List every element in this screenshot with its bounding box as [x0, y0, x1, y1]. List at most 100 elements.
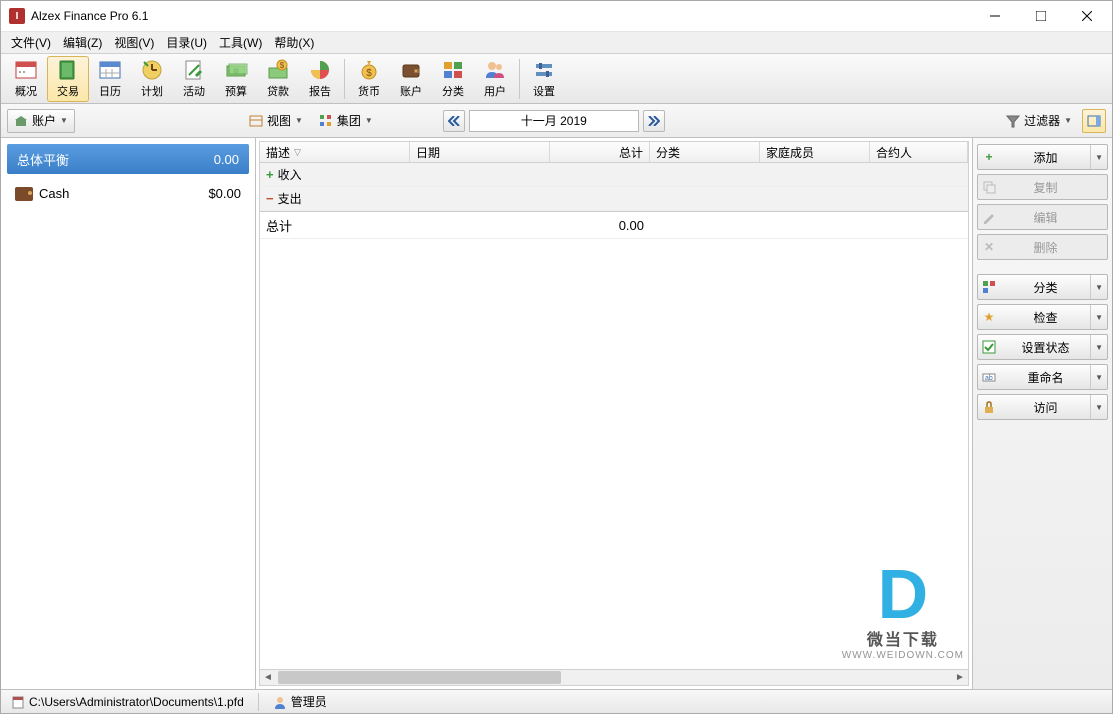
toolbar-user[interactable]: 用户 — [474, 56, 516, 102]
toolbar-separator — [344, 59, 345, 99]
action-check[interactable]: ★ 检查 ▼ — [977, 304, 1108, 330]
total-value: 0.00 — [550, 218, 650, 233]
chevron-down-icon[interactable]: ▼ — [1090, 305, 1103, 329]
chevron-down-icon[interactable]: ▼ — [1090, 145, 1103, 169]
titlebar: I Alzex Finance Pro 6.1 — [1, 1, 1112, 32]
account-value: $0.00 — [208, 186, 241, 201]
menu-tools[interactable]: 工具(W) — [213, 32, 268, 53]
account-icon — [399, 58, 423, 82]
account-row-cash[interactable]: Cash $0.00 — [7, 180, 249, 207]
toolbar-currency-label: 货币 — [358, 83, 380, 99]
group-dropdown-label: 集团 — [337, 112, 361, 129]
toolbar-separator-2 — [519, 59, 520, 99]
window-title: Alzex Finance Pro 6.1 — [31, 9, 972, 23]
grid-total-row: 总计 0.00 — [260, 211, 968, 239]
chevron-down-icon[interactable]: ▼ — [1090, 335, 1103, 359]
group-expense[interactable]: −支出 — [260, 187, 968, 211]
toolbar-overview[interactable]: 概况 — [5, 56, 47, 102]
accounts-panel: 总体平衡 0.00 Cash $0.00 — [1, 138, 256, 689]
toolbar-settings-label: 设置 — [533, 83, 555, 99]
menubar: 文件(V) 编辑(Z) 视图(V) 目录(U) 工具(W) 帮助(X) — [1, 32, 1112, 54]
column-total[interactable]: 总计 — [550, 142, 650, 162]
scroll-left-icon: ◄ — [260, 672, 276, 683]
edit-icon — [978, 210, 1000, 224]
settings-icon — [532, 58, 556, 82]
statusbar: C:\Users\Administrator\Documents\1.pfd 管… — [1, 689, 1112, 713]
column-date[interactable]: 日期 — [410, 142, 550, 162]
status-file[interactable]: C:\Users\Administrator\Documents\1.pfd — [5, 695, 250, 709]
toolbar-account[interactable]: 账户 — [390, 56, 432, 102]
minimize-button[interactable] — [972, 1, 1018, 31]
category-icon — [441, 58, 465, 82]
account-dropdown-label: 账户 — [32, 112, 56, 129]
column-family[interactable]: 家庭成员 — [760, 142, 870, 162]
view-dropdown-label: 视图 — [267, 112, 291, 129]
toolbar-transaction-label: 交易 — [57, 83, 79, 99]
toolbar-transaction[interactable]: 交易 — [47, 56, 89, 102]
view-dropdown[interactable]: 视图 ▼ — [243, 109, 309, 133]
column-category[interactable]: 分类 — [650, 142, 760, 162]
menu-file[interactable]: 文件(V) — [5, 32, 57, 53]
status-user[interactable]: 管理员 — [267, 693, 333, 710]
panel-toggle-button[interactable] — [1082, 109, 1106, 133]
column-description[interactable]: 描述 ▽ — [260, 142, 410, 162]
chevron-down-icon[interactable]: ▼ — [1090, 275, 1103, 299]
action-edit[interactable]: 编辑 — [977, 204, 1108, 230]
account-dropdown[interactable]: 账户 ▼ — [7, 109, 75, 133]
menu-help[interactable]: 帮助(X) — [268, 32, 320, 53]
total-balance-box: 总体平衡 0.00 — [7, 144, 249, 174]
filter-dropdown[interactable]: 过滤器 ▼ — [1000, 109, 1078, 133]
action-copy[interactable]: 复制 — [977, 174, 1108, 200]
secondary-toolbar: 账户 ▼ 视图 ▼ 集团 ▼ 十一月 2019 过滤器 ▼ — [1, 104, 1112, 138]
toolbar-plan[interactable]: 计划 — [131, 56, 173, 102]
date-display[interactable]: 十一月 2019 — [469, 110, 639, 132]
toolbar-budget[interactable]: 预算 — [215, 56, 257, 102]
delete-icon: ✕ — [978, 240, 1000, 254]
maximize-button[interactable] — [1018, 1, 1064, 31]
action-add[interactable]: + 添加 ▼ — [977, 144, 1108, 170]
toolbar-report[interactable]: 报告 — [299, 56, 341, 102]
menu-view[interactable]: 视图(V) — [108, 32, 160, 53]
panel-icon — [1087, 114, 1101, 128]
star-icon: ★ — [978, 310, 1000, 324]
close-button[interactable] — [1064, 1, 1110, 31]
plus-icon: + — [266, 167, 274, 182]
toolbar-calendar[interactable]: 日历 — [89, 56, 131, 102]
toolbar-plan-label: 计划 — [141, 83, 163, 99]
wallet-icon — [15, 187, 33, 201]
group-income[interactable]: +收入 — [260, 163, 968, 187]
scroll-right-icon: ► — [952, 672, 968, 683]
rename-icon: ab — [978, 370, 1000, 384]
category-icon — [978, 280, 1000, 294]
action-access[interactable]: 访问 ▼ — [977, 394, 1108, 420]
svg-text:$: $ — [280, 61, 285, 70]
report-icon — [308, 58, 332, 82]
toolbar-settings[interactable]: 设置 — [523, 56, 565, 102]
toolbar-activity[interactable]: 活动 — [173, 56, 215, 102]
toolbar-calendar-label: 日历 — [99, 83, 121, 99]
add-icon: + — [978, 150, 1000, 164]
column-payee[interactable]: 合约人 — [870, 142, 968, 162]
scroll-thumb[interactable] — [278, 671, 561, 684]
date-next-fast-button[interactable] — [643, 110, 665, 132]
action-rename[interactable]: ab 重命名 ▼ — [977, 364, 1108, 390]
toolbar-loan[interactable]: $ 贷款 — [257, 56, 299, 102]
menu-edit[interactable]: 编辑(Z) — [57, 32, 108, 53]
calendar-icon — [98, 58, 122, 82]
action-category[interactable]: 分类 ▼ — [977, 274, 1108, 300]
user-icon — [273, 695, 287, 709]
toolbar-loan-label: 贷款 — [267, 83, 289, 99]
toolbar-currency[interactable]: $ 货币 — [348, 56, 390, 102]
chevron-down-icon[interactable]: ▼ — [1090, 365, 1103, 389]
toolbar-category[interactable]: 分类 — [432, 56, 474, 102]
menu-catalog[interactable]: 目录(U) — [160, 32, 213, 53]
chevron-down-icon[interactable]: ▼ — [1090, 395, 1103, 419]
action-delete[interactable]: ✕ 删除 — [977, 234, 1108, 260]
toolbar-report-label: 报告 — [309, 83, 331, 99]
grid-header: 描述 ▽ 日期 总计 分类 家庭成员 合约人 — [259, 141, 969, 163]
date-prev-fast-button[interactable] — [443, 110, 465, 132]
action-setstatus[interactable]: 设置状态 ▼ — [977, 334, 1108, 360]
group-dropdown[interactable]: 集团 ▼ — [313, 109, 379, 133]
svg-text:$: $ — [366, 68, 372, 79]
horizontal-scrollbar[interactable]: ◄ ► — [259, 669, 969, 686]
